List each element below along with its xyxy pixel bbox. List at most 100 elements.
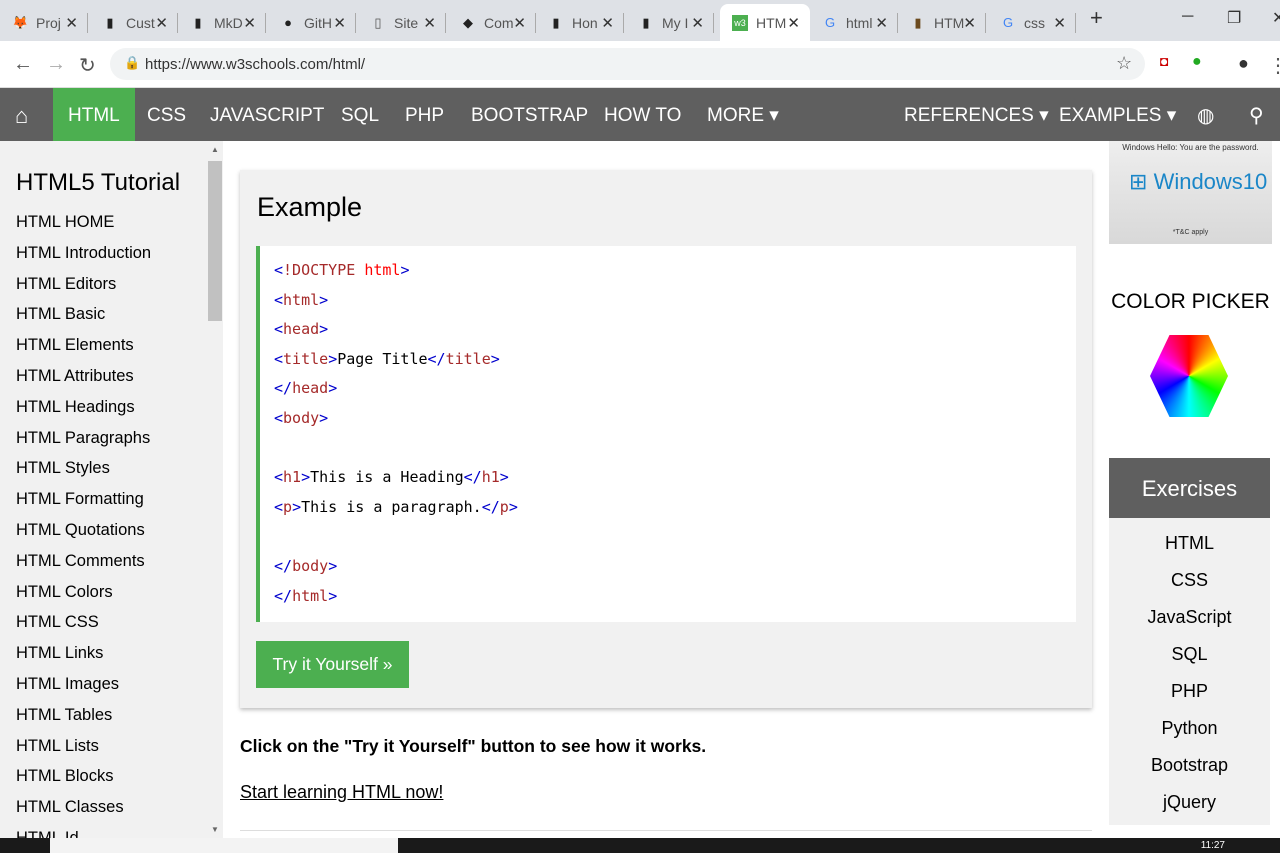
- close-tab-icon[interactable]: ✕: [423, 14, 436, 32]
- sidebar-item[interactable]: HTML Introduction: [0, 238, 223, 269]
- tab-strip: 🦊 Proj ✕ ▮ Cust ✕ ▮ MkD ✕ ● GitH ✕ ▯ Site ✕ ◆ Com ✕ ▮ Hon ✕ ▮…: [0, 0, 1280, 41]
- sidebar-item[interactable]: HTML Comments: [0, 546, 223, 577]
- sidebar-item[interactable]: HTML Images: [0, 669, 223, 700]
- reload-icon[interactable]: ↻: [79, 53, 96, 78]
- code-token: title: [445, 349, 491, 368]
- color-picker-heading[interactable]: COLOR PICKER: [1109, 290, 1272, 314]
- sidebar-item[interactable]: HTML Blocks: [0, 761, 223, 792]
- forward-icon[interactable]: →: [46, 53, 66, 76]
- browser-tab[interactable]: ▮ HTM ✕: [898, 4, 986, 41]
- back-icon[interactable]: ←: [13, 53, 33, 76]
- sidebar-item[interactable]: HTML Tables: [0, 700, 223, 731]
- book-icon: ▮: [552, 14, 560, 30]
- code-token: >: [319, 408, 329, 427]
- code-token: body: [283, 408, 320, 427]
- divider: [240, 830, 1092, 831]
- browser-tab[interactable]: 🦊 Proj ✕: [0, 4, 88, 41]
- sidebar-item[interactable]: HTML Formatting: [0, 484, 223, 515]
- url-input[interactable]: 🔒 https://www.w3schools.com/html/: [110, 48, 1145, 80]
- nav-sql[interactable]: SQL: [326, 88, 394, 141]
- sidebar-item[interactable]: HTML HOME: [0, 207, 223, 238]
- exercise-link[interactable]: HTML: [1109, 518, 1270, 555]
- code-line: </body>: [274, 554, 1076, 584]
- browser-tab[interactable]: ▯ Site ✕: [358, 4, 446, 41]
- bookmark-star-icon[interactable]: ☆: [1116, 53, 1132, 74]
- nav-php[interactable]: PHP: [390, 88, 459, 141]
- graduation-cap-icon: ◆: [463, 14, 473, 30]
- close-tab-icon[interactable]: ✕: [243, 14, 256, 32]
- browser-tab[interactable]: ▮ Hon ✕: [536, 4, 624, 41]
- browser-tab[interactable]: Ghtml ✕: [810, 4, 898, 41]
- sidebar-item[interactable]: HTML Paragraphs: [0, 423, 223, 454]
- exercise-link[interactable]: JavaScript: [1109, 592, 1270, 629]
- close-tab-icon[interactable]: ✕: [155, 14, 168, 32]
- scrollbar-thumb[interactable]: [208, 161, 222, 321]
- sidebar-item[interactable]: HTML Attributes: [0, 361, 223, 392]
- new-tab-button[interactable]: +: [1090, 5, 1103, 31]
- minimize-button[interactable]: ─: [1182, 8, 1193, 26]
- exercises-heading: Exercises: [1109, 458, 1270, 518]
- sidebar-item[interactable]: HTML Quotations: [0, 515, 223, 546]
- search-icon[interactable]: ⚲: [1234, 88, 1279, 141]
- document-icon: ▯: [374, 14, 382, 30]
- close-tab-icon[interactable]: ✕: [787, 14, 800, 32]
- profile-avatar[interactable]: ●: [1238, 53, 1249, 74]
- nav-how-to[interactable]: HOW TO: [589, 88, 696, 141]
- browser-tab[interactable]: ▮ MkD ✕: [178, 4, 266, 41]
- close-tab-icon[interactable]: ✕: [513, 14, 526, 32]
- exercise-link[interactable]: CSS: [1109, 555, 1270, 592]
- nav-javascript[interactable]: JAVASCRIPT: [195, 88, 339, 141]
- browser-tab[interactable]: ◆ Com ✕: [448, 4, 536, 41]
- menu-icon[interactable]: ⋮: [1268, 53, 1280, 78]
- sidebar-item[interactable]: HTML Lists: [0, 731, 223, 762]
- home-icon[interactable]: ⌂: [0, 88, 43, 141]
- exercise-link[interactable]: Python: [1109, 703, 1270, 740]
- nav-bootstrap[interactable]: BOOTSTRAP: [456, 88, 603, 141]
- exercise-link[interactable]: jQuery: [1109, 777, 1270, 814]
- taskbar-search[interactable]: [50, 838, 398, 853]
- browser-tab[interactable]: ▮ Cust ✕: [90, 4, 178, 41]
- browser-tab[interactable]: ● GitH ✕: [268, 4, 356, 41]
- sidebar-item[interactable]: HTML Links: [0, 638, 223, 669]
- sidebar-item[interactable]: HTML Headings: [0, 392, 223, 423]
- tab-title: html: [846, 14, 873, 31]
- sidebar-item[interactable]: HTML CSS: [0, 607, 223, 638]
- sidebar-item[interactable]: HTML Colors: [0, 577, 223, 608]
- globe-icon[interactable]: ◍: [1182, 88, 1229, 141]
- browser-tab[interactable]: w3 HTM ✕: [720, 4, 810, 41]
- color-picker-hexagon-icon[interactable]: [1150, 335, 1228, 417]
- clock: 11:27: [1200, 840, 1225, 851]
- sidebar-item[interactable]: HTML Editors: [0, 269, 223, 300]
- close-tab-icon[interactable]: ✕: [1053, 14, 1066, 32]
- close-tab-icon[interactable]: ✕: [691, 14, 704, 32]
- sidebar-item[interactable]: HTML Id: [0, 823, 223, 838]
- close-window-button[interactable]: ✕: [1272, 8, 1280, 28]
- nav-more[interactable]: MORE ▾: [692, 88, 794, 141]
- close-tab-icon[interactable]: ✕: [875, 14, 888, 32]
- restore-button[interactable]: ❐: [1227, 8, 1241, 28]
- code-block: <!DOCTYPE html> <html> <head> <title>Page T…: [256, 246, 1076, 622]
- try-it-yourself-button[interactable]: Try it Yourself »: [256, 641, 409, 688]
- sidebar-item[interactable]: HTML Styles: [0, 453, 223, 484]
- close-tab-icon[interactable]: ✕: [963, 14, 976, 32]
- sidebar-item[interactable]: HTML Basic: [0, 299, 223, 330]
- nav-css[interactable]: CSS: [132, 88, 201, 141]
- code-token: <: [274, 290, 284, 309]
- exercise-link[interactable]: Bootstrap: [1109, 740, 1270, 777]
- close-tab-icon[interactable]: ✕: [601, 14, 614, 32]
- browser-tab[interactable]: Gcss ✕: [988, 4, 1076, 41]
- browser-tab[interactable]: ▮ My I ✕: [626, 4, 714, 41]
- advertisement[interactable]: Windows Hello: You are the password. ⊞ W…: [1109, 141, 1272, 244]
- nav-examples[interactable]: EXAMPLES ▾: [1044, 88, 1191, 141]
- close-tab-icon[interactable]: ✕: [333, 14, 346, 32]
- close-tab-icon[interactable]: ✕: [65, 14, 78, 32]
- exercise-link[interactable]: PHP: [1109, 666, 1270, 703]
- extension-icon[interactable]: ●: [1192, 53, 1202, 71]
- start-learning-link[interactable]: Start learning HTML now!: [240, 782, 443, 803]
- exercise-link[interactable]: SQL: [1109, 629, 1270, 666]
- nav-references[interactable]: REFERENCES ▾: [889, 88, 1064, 141]
- sidebar-item[interactable]: HTML Elements: [0, 330, 223, 361]
- extension-icon[interactable]: ◘: [1160, 53, 1168, 69]
- sidebar-item[interactable]: HTML Classes: [0, 792, 223, 823]
- nav-html[interactable]: HTML: [53, 88, 135, 141]
